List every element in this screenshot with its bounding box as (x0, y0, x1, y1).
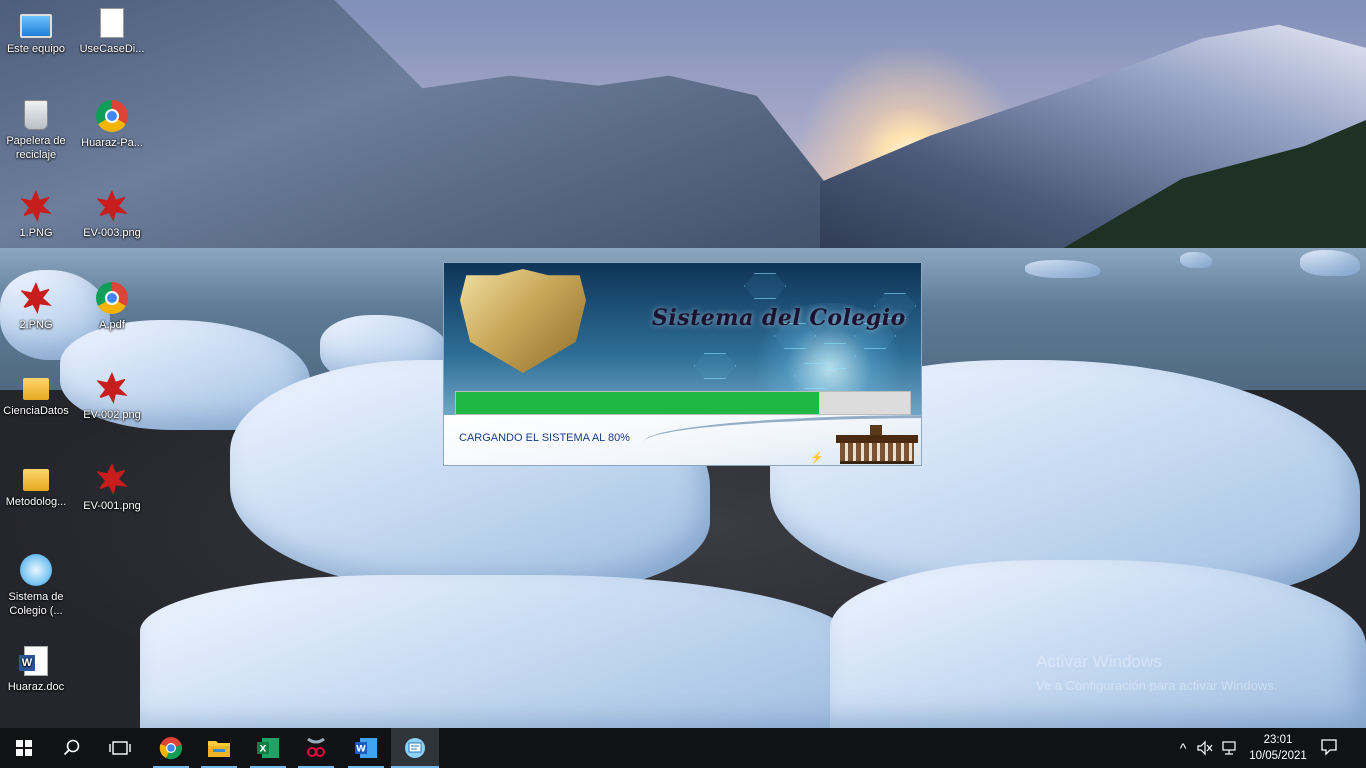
hex-decoration (694, 353, 736, 379)
desktop-icon-label: 1.PNG (19, 227, 53, 239)
taskbar: X W ^ 23:01 10/05/2021 (0, 728, 1366, 768)
desktop-icon-label: Papelera de reciclaje (6, 135, 66, 161)
folder-icon (23, 378, 49, 400)
desktop-icon-huaraz-pa[interactable]: Huaraz-Pa... (76, 100, 148, 150)
watermark-title: Activar Windows (1036, 652, 1162, 671)
svg-text:X: X (260, 745, 267, 755)
ice-block (830, 560, 1366, 728)
search-icon (63, 739, 80, 756)
network-icon (1222, 741, 1236, 755)
task-view-button[interactable] (96, 728, 144, 768)
ice-floe (1180, 252, 1212, 268)
splash-footer: CARGANDO EL SISTEMA AL 80% ⚡ (444, 415, 921, 465)
taskbar-clock[interactable]: 23:01 10/05/2021 (1244, 732, 1312, 764)
desktop-icon-label: Metodolog... (5, 496, 67, 508)
progress-fill (456, 392, 820, 414)
activate-windows-watermark: Activar Windows Ve a Configuración para … (1036, 652, 1277, 693)
snipping-tool-icon (307, 737, 325, 757)
windows-start-icon (16, 740, 32, 756)
notification-center-button[interactable] (1318, 736, 1340, 758)
desktop-icon-sistema-colegio[interactable]: Sistema de Colegio (... (0, 554, 72, 618)
desktop-icon-1png[interactable]: 1.PNG (0, 190, 72, 240)
start-button[interactable] (0, 728, 48, 768)
lightning-icon: ⚡ (810, 452, 824, 464)
chrome-icon (96, 100, 128, 132)
tray-overflow-button[interactable]: ^ (1172, 728, 1194, 768)
app-title: Sistema del Colegio (652, 305, 906, 331)
desktop-icon-label: 2.PNG (19, 319, 53, 331)
desktop-icon-usecase[interactable]: UseCaseDi... (76, 8, 148, 56)
word-doc-icon (19, 646, 48, 676)
desktop-icon-ev002[interactable]: EV-002.png (76, 372, 148, 422)
volume-button[interactable] (1194, 728, 1216, 768)
folder-icon (23, 469, 49, 491)
chrome-icon (96, 282, 128, 314)
desktop-icon-este-equipo[interactable]: Este equipo (0, 8, 72, 56)
hex-decoration (744, 273, 786, 299)
clock-time: 23:01 (1263, 734, 1293, 746)
school-building-icon (836, 425, 918, 464)
taskbar-word[interactable]: W (342, 728, 390, 768)
search-button[interactable] (48, 728, 96, 768)
desktop-icon-ev003[interactable]: EV-003.png (76, 190, 148, 240)
taskbar-sistema-colegio[interactable] (391, 728, 439, 768)
image-file-icon (96, 190, 128, 222)
taskbar-file-explorer[interactable] (195, 728, 243, 768)
taskbar-chrome[interactable] (147, 728, 195, 768)
excel-icon: X (257, 738, 279, 758)
taskbar-excel[interactable]: X (244, 728, 292, 768)
app-shortcut-icon (405, 738, 425, 758)
image-file-icon (20, 190, 52, 222)
desktop-icon-label: Huaraz.doc (7, 681, 65, 693)
volume-muted-icon (1197, 740, 1213, 756)
desktop-icon-label: Sistema de Colegio (... (8, 591, 64, 617)
network-button[interactable] (1218, 728, 1242, 768)
chrome-icon (159, 737, 182, 760)
desktop-icon-2png[interactable]: 2.PNG (0, 282, 72, 332)
image-file-icon (96, 463, 128, 495)
shield-logo (460, 269, 586, 373)
loading-progress-bar (455, 391, 911, 415)
desktop-icon-cienciadatos[interactable]: CienciaDatos (0, 372, 72, 418)
taskbar-snipping-tool[interactable] (292, 728, 340, 768)
watermark-subtitle: Ve a Configuración para activar Windows. (1036, 678, 1278, 693)
recycle-bin-icon (24, 100, 48, 130)
word-icon: W (355, 738, 377, 758)
desktop-icon-label: Huaraz-Pa... (81, 137, 143, 149)
ice-block (140, 575, 860, 728)
folder-icon (208, 741, 230, 757)
desktop-icon-apdf[interactable]: A.pdf (76, 282, 148, 332)
desktop-icon-ev001[interactable]: EV-001.png (76, 463, 148, 513)
ice-floe (1025, 260, 1100, 278)
desktop-icon-metodolog[interactable]: Metodolog... (0, 463, 72, 509)
chevron-up-icon: ^ (1179, 740, 1187, 756)
desktop-icon-label: CienciaDatos (3, 405, 69, 417)
desktop-icon-label: UseCaseDi... (79, 43, 145, 55)
image-file-icon (96, 372, 128, 404)
loading-status-text: CARGANDO EL SISTEMA AL 80% (459, 432, 630, 444)
desktop-icon-huaraz-doc[interactable]: Huaraz.doc (0, 646, 72, 694)
notification-icon (1321, 739, 1337, 756)
desktop-icon-recycle-bin[interactable]: Papelera de reciclaje (0, 100, 72, 162)
task-view-icon (109, 741, 131, 755)
app-shortcut-icon (20, 554, 52, 586)
computer-icon (20, 14, 52, 38)
desktop-icon-label: EV-003.png (83, 227, 141, 239)
desktop-icon-label: EV-002.png (83, 409, 141, 421)
desktop-icon-label: Este equipo (6, 43, 66, 55)
image-file-icon (20, 282, 52, 314)
clock-date: 10/05/2021 (1249, 750, 1307, 762)
desktop-icon-label: EV-001.png (83, 500, 141, 512)
splash-window: Sistema del Colegio CARGANDO EL SISTEMA … (444, 263, 921, 465)
uml-file-icon (100, 8, 124, 38)
desktop-icon-label: A.pdf (99, 319, 125, 331)
svg-text:W: W (356, 745, 366, 755)
ice-floe (1300, 250, 1360, 276)
